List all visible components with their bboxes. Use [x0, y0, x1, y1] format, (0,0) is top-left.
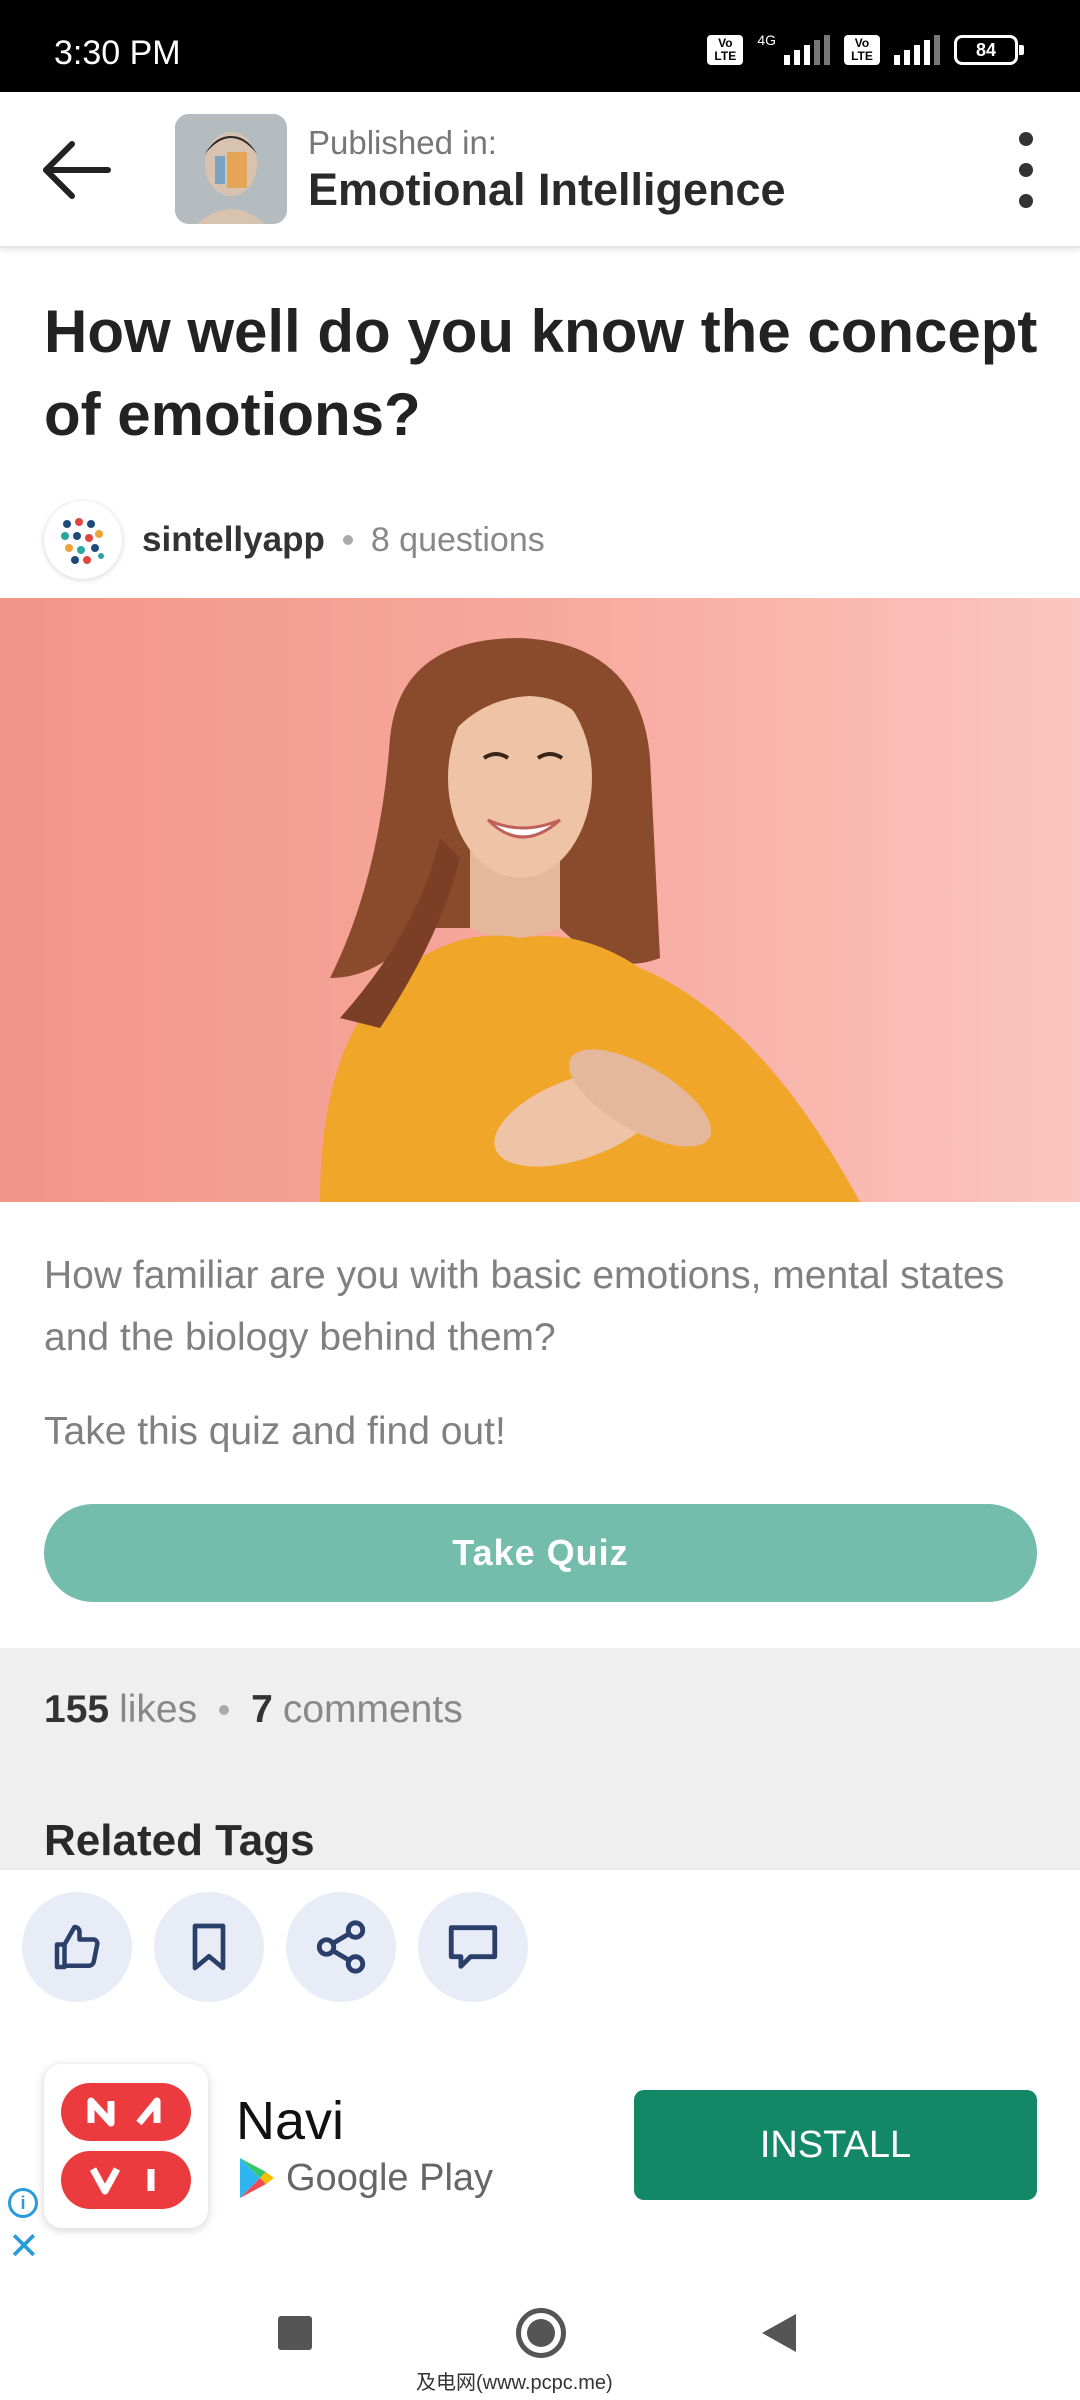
ad-close-icon[interactable]: ✕ — [8, 2228, 40, 2266]
recent-apps-button[interactable] — [278, 2316, 312, 2350]
comment-icon — [448, 1925, 498, 1969]
quiz-description: How familiar are you with basic emotions… — [44, 1254, 1005, 1359]
app-header: Published in: Emotional Intelligence — [0, 92, 1080, 248]
more-options-button[interactable] — [1006, 132, 1046, 208]
author-name[interactable]: sintellyapp — [142, 520, 325, 560]
author-avatar[interactable] — [44, 501, 122, 579]
system-nav-bar: 及电网(www.pcpc.me) — [0, 2268, 1080, 2400]
bookmark-button[interactable] — [154, 1892, 264, 2002]
home-button[interactable] — [516, 2308, 566, 2358]
system-back-button[interactable] — [762, 2314, 796, 2352]
comments-label[interactable]: comments — [283, 1688, 463, 1732]
sintelly-logo-icon — [61, 518, 104, 564]
status-time: 3:30 PM — [54, 34, 181, 72]
watermark-text: 及电网(www.pcpc.me) — [416, 2372, 613, 2394]
take-quiz-button[interactable]: Take Quiz — [44, 1504, 1037, 1602]
ad-app-name[interactable]: Navi — [236, 2090, 344, 2152]
quiz-cover-image — [0, 598, 1080, 1202]
volte-icon: Vo LTE — [844, 35, 880, 65]
likes-label[interactable]: likes — [119, 1688, 197, 1732]
back-arrow-icon — [43, 141, 111, 199]
google-play-icon — [240, 2158, 274, 2198]
related-tags-title: Related Tags — [44, 1816, 315, 1865]
share-button[interactable] — [286, 1892, 396, 2002]
navi-app-logo[interactable] — [44, 2064, 208, 2228]
published-label: Published in: — [308, 124, 497, 161]
publication-thumbnail[interactable] — [175, 114, 287, 224]
action-bar — [0, 1868, 1080, 2028]
signal-icon — [784, 35, 830, 65]
volte-icon: Vo LTE — [707, 35, 744, 65]
bookmark-icon — [192, 1923, 226, 1971]
network-type: 4G — [757, 32, 776, 48]
ad-banner: Navi Google Play INSTALL i ✕ — [0, 2028, 1080, 2268]
like-button[interactable] — [22, 1892, 132, 2002]
install-button[interactable]: INSTALL — [634, 2090, 1037, 2200]
comments-count: 7 — [251, 1688, 273, 1731]
thumbs-up-icon — [54, 1924, 100, 1970]
more-dot — [1019, 194, 1033, 208]
navi-logo-bottom — [61, 2151, 191, 2209]
question-count: 8 questions — [370, 520, 545, 559]
separator-dot — [342, 535, 353, 545]
status-icons: Vo LTE 4G Vo LTE 84 — [707, 30, 1024, 70]
more-dot — [1019, 132, 1033, 146]
battery-icon: 84 — [954, 35, 1024, 65]
signal-icon — [894, 35, 940, 65]
ad-store: Google Play — [236, 2156, 493, 2200]
comment-button[interactable] — [418, 1892, 528, 2002]
ad-store-name: Google Play — [286, 2156, 494, 2199]
separator-dot — [219, 1705, 230, 1715]
navi-logo-top — [61, 2083, 191, 2141]
status-bar: 3:30 PM Vo LTE 4G Vo LTE 84 — [0, 0, 1080, 92]
publication-name[interactable]: Emotional Intelligence — [308, 164, 786, 216]
stats-row: 155 likes 7 comments — [44, 1688, 463, 1732]
share-icon — [316, 1920, 366, 1974]
likes-count: 155 — [44, 1688, 110, 1731]
stats-area: 155 likes 7 comments Related Tags — [0, 1648, 1080, 1870]
back-button[interactable] — [38, 134, 114, 206]
quiz-cta-text: Take this quiz and find out! — [44, 1410, 506, 1453]
quiz-title: How well do you know the concept of emot… — [44, 298, 1038, 448]
ad-info-icon[interactable]: i — [8, 2188, 38, 2218]
more-dot — [1019, 163, 1033, 177]
author-row: sintellyapp 8 questions — [44, 500, 545, 580]
